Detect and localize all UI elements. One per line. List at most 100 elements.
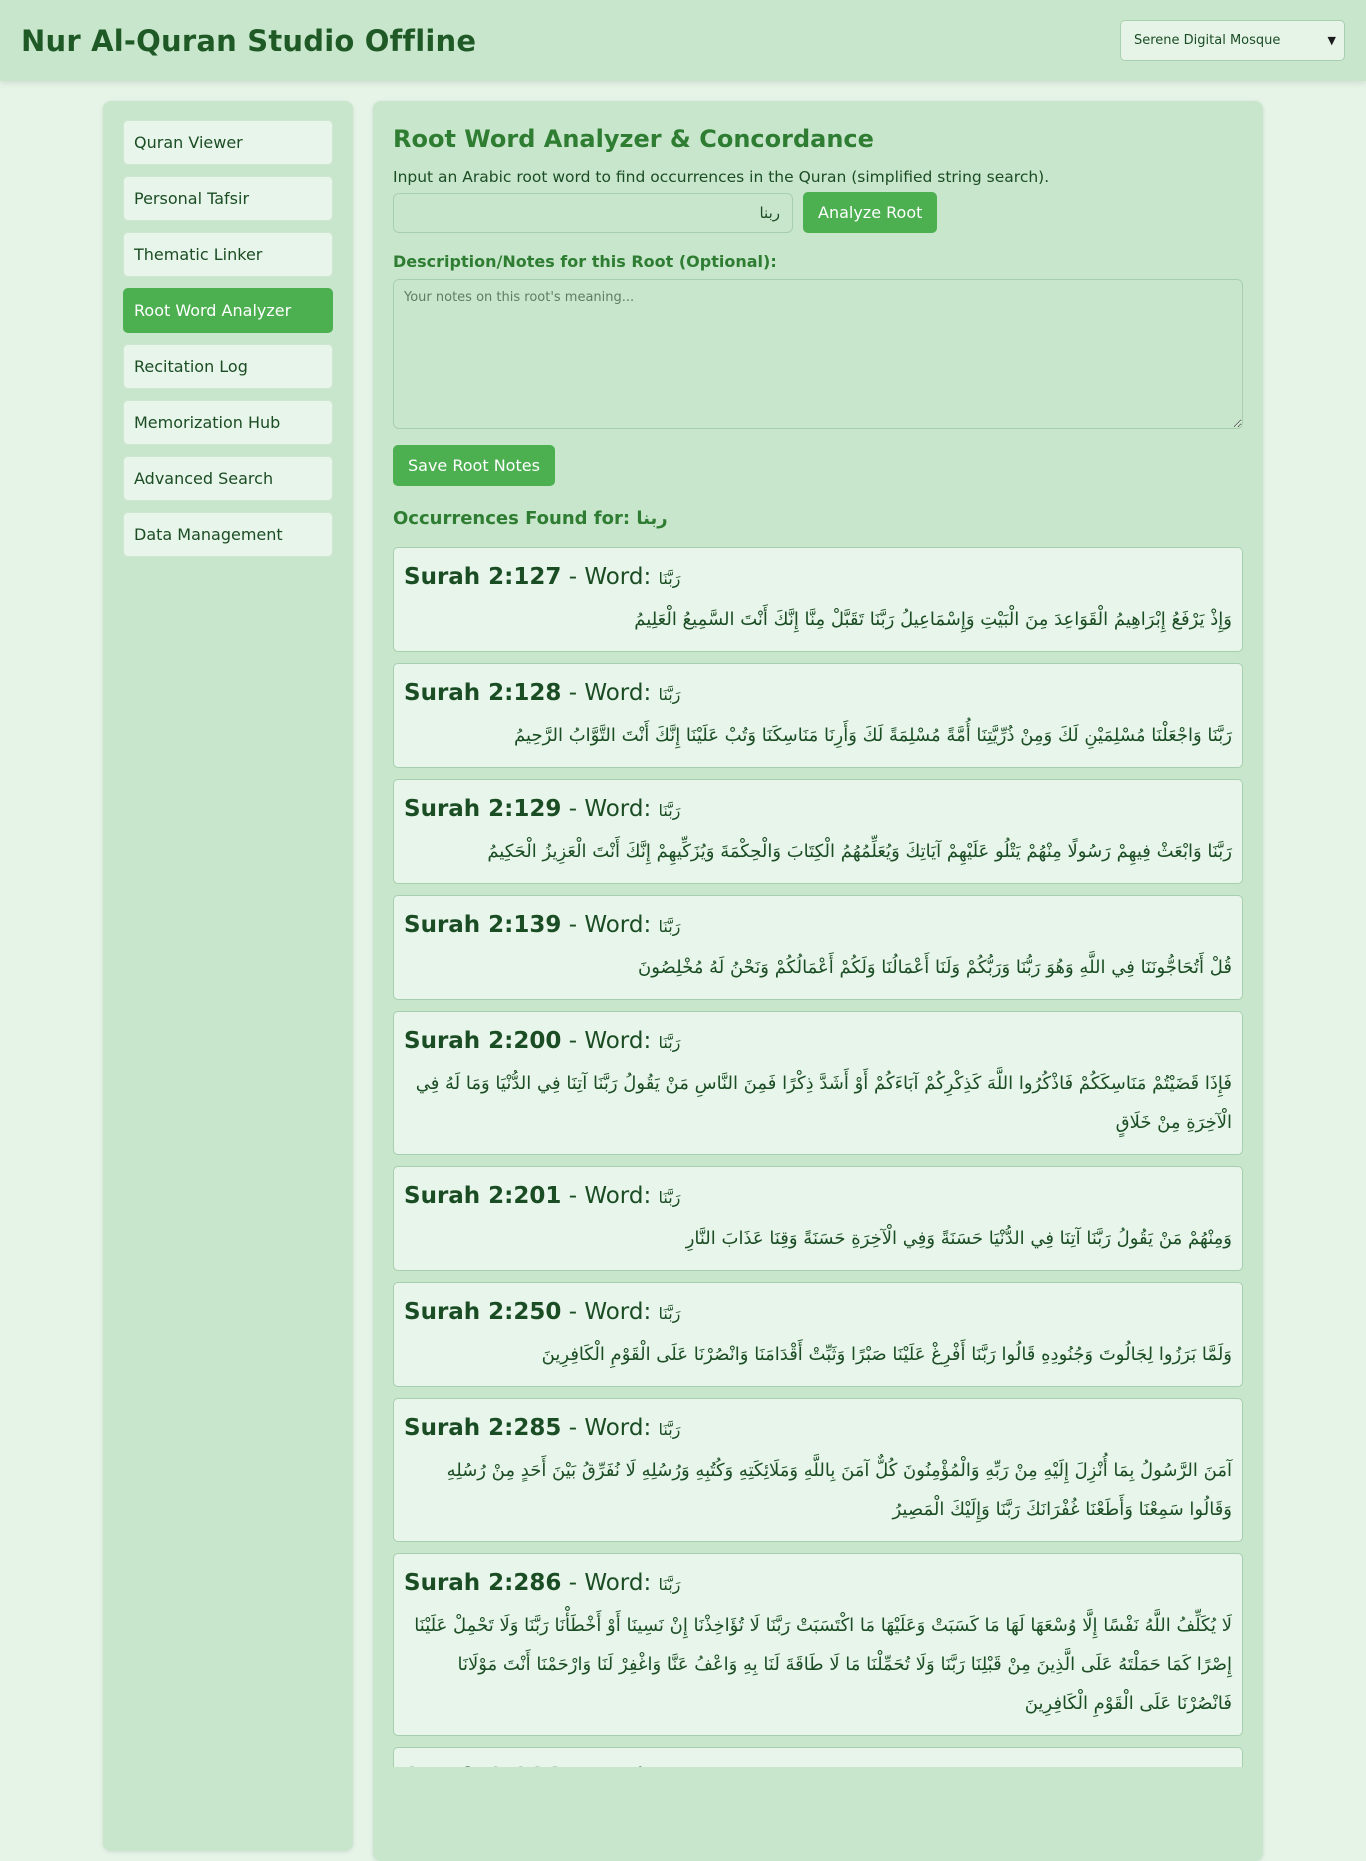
theme-select-value: Serene Digital Mosque [1134, 33, 1281, 48]
surah-reference: Surah 2:285 [404, 1415, 562, 1441]
main-panel: Root Word Analyzer & Concordance Input a… [373, 101, 1263, 1861]
occurrences-heading-prefix: Occurrences Found for: [393, 508, 637, 529]
word-label: Word: [584, 1299, 652, 1325]
surah-reference: Surah 2:250 [404, 1299, 562, 1325]
separator: - [561, 1415, 585, 1441]
separator: - [561, 796, 585, 822]
separator: - [561, 1028, 585, 1054]
top-bar: Nur Al-Quran Studio Offline Serene Digit… [0, 0, 1366, 81]
matched-word: رَبَّنَا [658, 1304, 681, 1323]
verse-text: قُلْ أَتُحَاجُّونَنَا فِي اللَّهِ وَهُوَ… [638, 957, 1232, 978]
word-label: Word: [584, 796, 652, 822]
instructions-text: Input an Arabic root word to find occurr… [393, 168, 1050, 186]
separator: - [561, 680, 585, 706]
word-label: Word: [584, 1570, 652, 1596]
occurrence-card: Surah 2:127 - Word: رَبَّنَا وَإِذْ يَرْف… [393, 547, 1243, 652]
verse-text: فَإِذَا قَضَيْتُمْ مَنَاسِكَكُمْ فَاذْكُ… [415, 1073, 1232, 1133]
word-label: Word: [584, 680, 652, 706]
sidebar-item-personal-tafsir[interactable]: Personal Tafsir [123, 176, 333, 221]
matched-word: رَبَّنَا [658, 1420, 681, 1439]
verse-text: آمَنَ الرَّسُولُ بِمَا أُنْزِلَ إِلَيْهِ… [446, 1460, 1232, 1520]
matched-word: رَبَّنَا [658, 569, 681, 588]
verse-text: وَمِنْهُمْ مَنْ يَقُولُ رَبَّنَا آتِنَا … [685, 1228, 1232, 1249]
occurrence-card: Surah 2:200 - Word: رَبَّنَا فَإِذَا قَضَ… [393, 1011, 1243, 1155]
surah-reference: Surah 2:128 [404, 680, 562, 706]
occurrences-list: Surah 2:127 - Word: رَبَّنَا وَإِذْ يَرْف… [393, 547, 1243, 1767]
sidebar-item-advanced-search[interactable]: Advanced Search [123, 456, 333, 501]
separator: - [561, 1299, 585, 1325]
occurrence-card: Surah 2:201 - Word: رَبَّنَا وَمِنْهُمْ م… [393, 1166, 1243, 1271]
occurrence-card: Surah 2:139 - Word: رَبَّنَا قُلْ أَتُحَا… [393, 895, 1243, 1000]
separator: - [561, 1764, 584, 1767]
occurrence-reference: Surah 2:128 - Word: رَبَّنَا [404, 680, 1232, 706]
root-input-row: Analyze Root [393, 192, 1243, 233]
separator: - [561, 912, 585, 938]
surah-reference: Surah 2:139 [404, 912, 562, 938]
occurrence-card: Surah 2:285 - Word: رَبَّنَا آمَنَ الرَّس… [393, 1398, 1243, 1542]
matched-word: رَبَّنَا [658, 801, 681, 820]
occurrence-reference: Surah 2:127 - Word: رَبَّنَا [404, 564, 1232, 590]
sidebar-item-quran-viewer[interactable]: Quran Viewer [123, 120, 333, 165]
root-input[interactable] [393, 192, 793, 233]
occurrence-card: Surah 2:286 - Word: رَبَّنَا لَا يُكَلِّف… [393, 1553, 1243, 1736]
separator: - [561, 1570, 585, 1596]
sidebar-item-data-management[interactable]: Data Management [123, 512, 333, 557]
sidebar-item-memorization-hub[interactable]: Memorization Hub [123, 400, 333, 445]
theme-select[interactable]: Serene Digital Mosque ▼ [1120, 20, 1345, 61]
separator: - [561, 1183, 585, 1209]
app-title: Nur Al-Quran Studio Offline [21, 23, 477, 58]
matched-word: رَبَّنَا [658, 1033, 681, 1052]
word-label: Word: [584, 1415, 652, 1441]
word-label: Word: [584, 564, 652, 590]
sidebar-item-root-word-analyzer[interactable]: Root Word Analyzer [123, 288, 333, 333]
verse-text: رَبَّنَا وَاجْعَلْنَا مُسْلِمَيْنِ لَكَ … [514, 725, 1232, 746]
save-root-notes-button[interactable]: Save Root Notes [393, 445, 555, 486]
occurrence-reference: Surah 2:250 - Word: رَبَّنَا [404, 1299, 1232, 1325]
occurrence-card: Surah 2:286 - Word: رَبَّنَالَا يُكَلِّف… [393, 1747, 1243, 1767]
occurrence-reference: Surah 2:129 - Word: رَبَّنَا [404, 796, 1232, 822]
matched-word: رَبَّنَا [658, 1188, 681, 1207]
root-notes-textarea[interactable] [393, 279, 1243, 429]
word-label: Word: [584, 1183, 652, 1209]
verse-text: وَلَمَّا بَرَزُوا لِجَالُوتَ وَجُنُودِهِ… [541, 1344, 1232, 1365]
word-label: Word: [584, 1028, 652, 1054]
surah-reference: Surah 2:129 [404, 796, 562, 822]
matched-word: رَبَّنَا [658, 685, 681, 704]
occurrence-reference: Surah 2:285 - Word: رَبَّنَا [404, 1415, 1232, 1441]
occurrence-reference: Surah 2:286 - Word: رَبَّنَا [404, 1570, 1232, 1596]
word-label: Word: [584, 912, 652, 938]
surah-reference: Surah 2:286 [404, 1764, 561, 1767]
analyze-root-button[interactable]: Analyze Root [803, 192, 938, 233]
page-title: Root Word Analyzer & Concordance [393, 125, 874, 153]
surah-reference: Surah 2:286 [404, 1570, 562, 1596]
surah-reference: Surah 2:201 [404, 1183, 562, 1209]
occurrence-reference: Surah 2:201 - Word: رَبَّنَا [404, 1183, 1232, 1209]
word-label: Word: [584, 1764, 651, 1767]
occurrence-card: Surah 2:129 - Word: رَبَّنَا رَبَّنَا وَا… [393, 779, 1243, 884]
sidebar: Quran Viewer Personal Tafsir Thematic Li… [103, 101, 353, 1851]
occurrence-card: Surah 2:250 - Word: رَبَّنَا وَلَمَّا بَر… [393, 1282, 1243, 1387]
occurrences-heading: Occurrences Found for: ربنا [393, 508, 1243, 529]
verse-text: وَإِذْ يَرْفَعُ إِبْرَاهِيمُ الْقَوَاعِد… [634, 609, 1232, 630]
surah-reference: Surah 2:127 [404, 564, 562, 590]
verse-text: لَا يُكَلِّفُ اللَّهُ نَفْسًا إِلَّا وُس… [414, 1615, 1232, 1714]
sidebar-item-thematic-linker[interactable]: Thematic Linker [123, 232, 333, 277]
occurrence-reference: Surah 2:200 - Word: رَبَّنَا [404, 1028, 1232, 1054]
occurrence-reference: Surah 2:139 - Word: رَبَّنَا [404, 912, 1232, 938]
sidebar-item-recitation-log[interactable]: Recitation Log [123, 344, 333, 389]
matched-word: رَبَّنَا [658, 1575, 681, 1594]
surah-reference: Surah 2:200 [404, 1028, 562, 1054]
occurrence-reference: Surah 2:286 - Word: رَبَّنَا [404, 1764, 1232, 1767]
chevron-down-icon: ▼ [1327, 34, 1336, 47]
matched-word: رَبَّنَا [658, 917, 681, 936]
notes-label: Description/Notes for this Root (Optiona… [393, 252, 777, 271]
separator: - [561, 564, 585, 590]
